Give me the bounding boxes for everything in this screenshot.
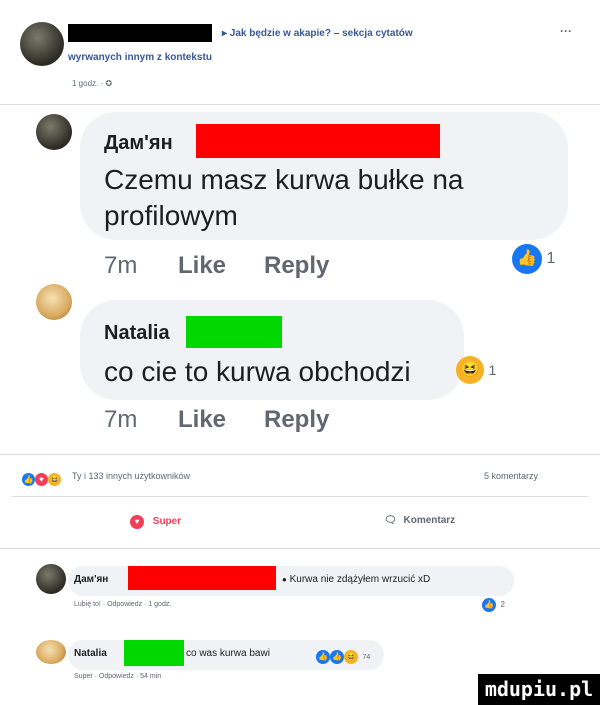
summary-love-icon: ♥ — [35, 473, 48, 486]
comment-action-button[interactable]: 🗨 Komentarz — [384, 515, 455, 526]
comment2-like-button[interactable]: Like — [178, 406, 226, 434]
super-label: Super — [152, 516, 182, 527]
comments-count[interactable]: 5 komentarzy — [484, 471, 538, 481]
summary-like-icon: 👍 — [22, 473, 35, 486]
reply1-meta[interactable]: Lubię to! · Odpowiedz · 1 godz. — [74, 601, 171, 608]
comment1-avatar[interactable] — [36, 114, 72, 150]
more-options-icon[interactable]: ··· — [560, 24, 572, 38]
reply1-avatar[interactable] — [36, 564, 66, 594]
like-reaction-icon: 👍 — [512, 244, 542, 274]
comment2-text: co cie to kurwa obchodzi — [104, 356, 411, 387]
reply2-like-icon-2: 👍 — [330, 650, 344, 664]
reply1-text-content: Kurwa nie zdążyłem wrzucić xD — [289, 574, 431, 585]
post-reactions-summary[interactable]: 👍 ♥ 😆 — [22, 469, 61, 486]
comment1-like-button[interactable]: Like — [178, 252, 226, 280]
comment-action-label: Komentarz — [403, 515, 456, 526]
comment2-time: 7m — [104, 406, 138, 433]
comment1-time: 7m — [104, 252, 138, 279]
reply2-haha-icon: 😆 — [344, 650, 358, 664]
summary-haha-icon: 😆 — [48, 473, 61, 486]
reply2-reactions[interactable]: 👍 👍 😆 74 — [316, 646, 371, 664]
reply1-like-icon: 👍 — [482, 598, 496, 612]
comment1-text-line2: profilowym — [104, 200, 238, 231]
comment2-avatar[interactable] — [36, 284, 72, 320]
reply2-meta[interactable]: Super · Odpowiedz · 54 min — [74, 673, 161, 680]
reply2-like-icon: 👍 — [316, 650, 330, 664]
watermark-logo: mdupiu.pl — [478, 674, 600, 705]
reply2-author[interactable]: Natalia — [74, 648, 107, 659]
mid-divider — [0, 454, 600, 455]
redacted-author-name — [68, 24, 212, 42]
comment2-reaction-count: 1 — [488, 361, 497, 378]
comment1-text-line1: Czemu masz kurwa bułke na — [104, 164, 464, 195]
post-time: 1 godz. · ✪ — [72, 79, 113, 88]
actions-divider — [0, 548, 600, 549]
comment-bubble-icon: 🗨 — [384, 515, 397, 526]
reply1-text: ● Kurwa nie zdążyłem wrzucić xD — [282, 574, 430, 585]
reply2-avatar[interactable] — [36, 640, 66, 664]
top-divider — [0, 104, 600, 105]
comment1-reactions[interactable]: 👍 1 — [512, 244, 555, 274]
reply2-text: co was kurwa bawi — [186, 648, 270, 659]
comment2-reply-button[interactable]: Reply — [264, 406, 329, 434]
post-author-avatar[interactable] — [20, 22, 64, 66]
stats-divider — [12, 496, 588, 497]
comment2-redacted-surname — [186, 316, 282, 348]
reactions-text[interactable]: Ty i 133 innych użytkowników — [72, 471, 190, 481]
reply1-reactions[interactable]: 👍 2 — [482, 594, 505, 612]
comment1-author[interactable]: Дам'ян — [104, 132, 173, 155]
comment1-reply-button[interactable]: Reply — [264, 252, 329, 280]
watermark-text: mdupiu.pl — [484, 677, 594, 701]
post-group-title-line2[interactable]: wyrwanych innym z kontekstu — [68, 52, 212, 63]
reply1-pre-icon: ● — [282, 575, 287, 584]
reply1-author[interactable]: Дам'ян — [74, 574, 108, 585]
comment2-reactions[interactable]: 😆 1 — [456, 356, 496, 384]
love-icon: ♥ — [130, 515, 144, 529]
comment1-redacted-surname — [196, 124, 440, 158]
reply2-reaction-count: 74 — [362, 654, 371, 661]
reply1-redacted-surname — [128, 566, 276, 590]
reply1-reaction-count: 2 — [500, 600, 505, 609]
comment1-reaction-count: 1 — [546, 249, 556, 267]
comment2-author[interactable]: Natalia — [104, 322, 170, 345]
reply2-redacted-surname — [124, 640, 184, 666]
post-group-title[interactable]: ▸ Jak będzie w akapie? – sekcja cytatów — [222, 28, 413, 39]
haha-reaction-icon: 😆 — [456, 356, 484, 384]
super-reaction-button[interactable]: ♥ Super — [130, 515, 181, 529]
